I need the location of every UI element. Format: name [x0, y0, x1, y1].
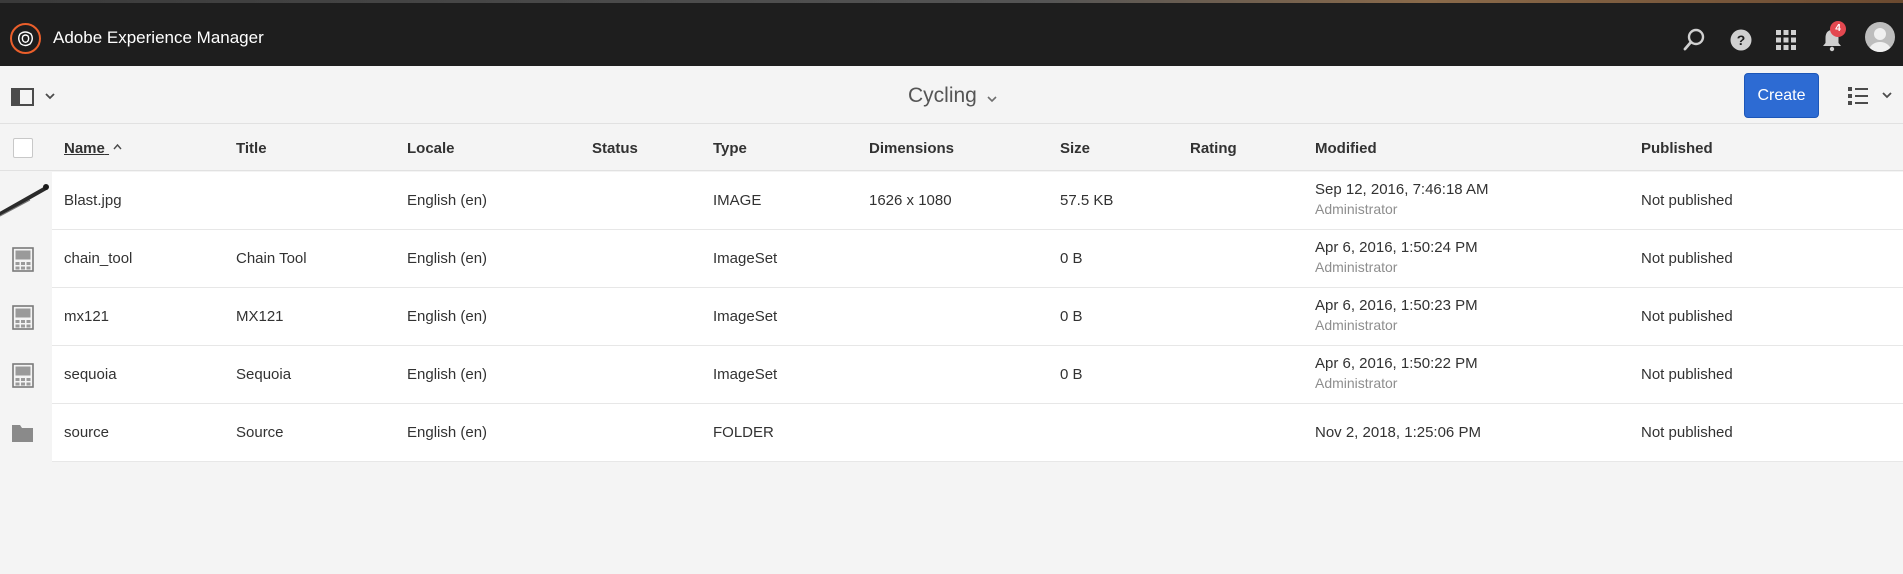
cell-locale: English (en) — [407, 366, 488, 383]
brand-name[interactable]: Adobe Experience Manager — [53, 28, 264, 48]
modified-date: Apr 6, 2016, 1:50:24 PM — [1315, 239, 1478, 256]
column-locale[interactable]: Locale — [407, 140, 455, 157]
column-type[interactable]: Type — [713, 140, 747, 157]
imageset-icon[interactable] — [0, 288, 52, 346]
notification-badge: 4 — [1830, 21, 1846, 37]
cell-type: IMAGE — [713, 192, 762, 209]
column-name-label: Name — [64, 140, 105, 157]
cell-modified: Apr 6, 2016, 1:50:24 PM Administrator — [1315, 239, 1478, 275]
cell-title: Source — [236, 424, 284, 441]
adobe-logo-icon[interactable] — [10, 23, 41, 54]
table-row[interactable]: Blast.jpg English (en) IMAGE 1626 x 1080… — [0, 172, 1903, 230]
cell-type: FOLDER — [713, 424, 774, 441]
column-modified[interactable]: Modified — [1315, 140, 1377, 157]
svg-text:?: ? — [1737, 32, 1746, 48]
table-row[interactable]: sequoia Sequoia English (en) ImageSet 0 … — [0, 346, 1903, 404]
cell-locale: English (en) — [407, 192, 488, 209]
cell-type: ImageSet — [713, 366, 778, 383]
modified-date: Apr 6, 2016, 1:50:22 PM — [1315, 355, 1478, 372]
table-row[interactable]: mx121 MX121 English (en) ImageSet 0 B Ap… — [0, 288, 1903, 346]
rail-toggle-icon[interactable] — [11, 87, 57, 107]
modified-date: Apr 6, 2016, 1:50:23 PM — [1315, 297, 1478, 314]
help-icon[interactable]: ? — [1728, 27, 1754, 53]
cell-name[interactable]: Blast.jpg — [64, 192, 122, 209]
sort-ascending-icon — [113, 140, 122, 157]
imageset-icon[interactable] — [0, 230, 52, 288]
search-icon[interactable] — [1682, 27, 1708, 53]
cell-name[interactable]: chain_tool — [64, 250, 132, 267]
create-button[interactable]: Create — [1744, 73, 1819, 118]
list-view-icon[interactable] — [1847, 85, 1897, 107]
cell-published: Not published — [1641, 250, 1733, 267]
imageset-icon[interactable] — [0, 346, 52, 404]
cell-published: Not published — [1641, 308, 1733, 325]
cell-size: 0 B — [1060, 308, 1083, 325]
cell-locale: English (en) — [407, 424, 488, 441]
column-dimensions[interactable]: Dimensions — [869, 140, 954, 157]
cell-name[interactable]: mx121 — [64, 308, 109, 325]
cell-modified: Apr 6, 2016, 1:50:22 PM Administrator — [1315, 355, 1478, 391]
column-rating[interactable]: Rating — [1190, 140, 1237, 157]
cell-dimensions: 1626 x 1080 — [869, 192, 952, 209]
page-title[interactable]: Cycling — [908, 84, 977, 108]
cell-size: 57.5 KB — [1060, 192, 1114, 209]
modified-by: Administrator — [1315, 201, 1398, 217]
cell-size: 0 B — [1060, 250, 1083, 267]
cell-published: Not published — [1641, 424, 1733, 441]
cell-modified: Sep 12, 2016, 7:46:18 AM Administrator — [1315, 181, 1488, 217]
column-published[interactable]: Published — [1641, 140, 1713, 157]
cell-name[interactable]: source — [64, 424, 109, 441]
column-status[interactable]: Status — [592, 140, 638, 157]
chevron-down-icon[interactable] — [986, 91, 998, 109]
shell-header: Adobe Experience Manager ? 4 — [0, 3, 1903, 66]
folder-icon[interactable] — [0, 404, 52, 462]
solutions-grid-icon[interactable] — [1773, 27, 1799, 53]
table-row[interactable]: chain_tool Chain Tool English (en) Image… — [0, 230, 1903, 288]
cell-modified: Apr 6, 2016, 1:50:23 PM Administrator — [1315, 297, 1478, 333]
cell-title: Chain Tool — [236, 250, 307, 267]
cell-locale: English (en) — [407, 308, 488, 325]
cell-type: ImageSet — [713, 308, 778, 325]
modified-by: Administrator — [1315, 259, 1398, 275]
image-thumbnail[interactable] — [0, 172, 52, 230]
table-row[interactable]: source Source English (en) FOLDER Nov 2,… — [0, 404, 1903, 462]
cell-size: 0 B — [1060, 366, 1083, 383]
user-avatar[interactable] — [1865, 22, 1895, 52]
cell-type: ImageSet — [713, 250, 778, 267]
cell-name[interactable]: sequoia — [64, 366, 117, 383]
select-all-checkbox[interactable] — [13, 138, 33, 158]
column-name[interactable]: Name — [64, 140, 122, 157]
modified-date: Sep 12, 2016, 7:46:18 AM — [1315, 181, 1489, 198]
modified-by: Administrator — [1315, 375, 1398, 391]
action-bar: Cycling Create — [0, 66, 1903, 124]
cell-title: Sequoia — [236, 366, 292, 383]
table-header: Name Title Locale Status Type Dimensions… — [0, 125, 1903, 171]
cell-published: Not published — [1641, 192, 1733, 209]
cell-locale: English (en) — [407, 250, 488, 267]
cell-title: MX121 — [236, 308, 284, 325]
column-size[interactable]: Size — [1060, 140, 1090, 157]
column-title[interactable]: Title — [236, 140, 267, 157]
cell-published: Not published — [1641, 366, 1733, 383]
modified-by: Administrator — [1315, 317, 1398, 333]
cell-modified: Nov 2, 2018, 1:25:06 PM — [1315, 424, 1481, 441]
